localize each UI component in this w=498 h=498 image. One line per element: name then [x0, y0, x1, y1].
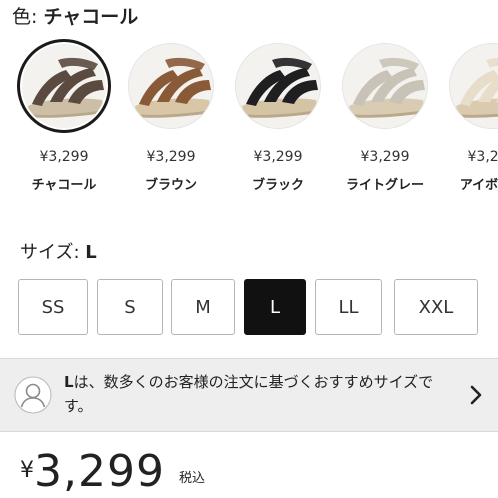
swatch-price: ¥3,299 [467, 149, 498, 165]
recommendation-message: は、数多くのお客様の注文に基づくおすすめサイズです。 [64, 373, 434, 415]
size-button-ss[interactable]: SS [18, 279, 88, 335]
size-recommendation-banner[interactable]: Lは、数多くのお客様の注文に基づくおすすめサイズです。 [0, 358, 498, 432]
selected-size: L [85, 242, 97, 263]
sandal-image-ivory [450, 44, 498, 128]
tax-label: 税込 [178, 471, 205, 486]
sandal-image-brown [129, 44, 213, 128]
size-button-l[interactable]: L [244, 279, 306, 335]
swatch-price: ¥3,299 [253, 149, 303, 165]
size-label: サイズ: [20, 242, 80, 263]
color-heading: 色: チャコール [12, 2, 138, 29]
swatch-name: ライトグレー [345, 178, 424, 193]
swatch-price: ¥3,299 [360, 149, 410, 165]
swatch-name: アイボリー [459, 178, 498, 193]
recommended-size: L [64, 373, 74, 391]
chevron-right-icon [470, 385, 482, 405]
currency-symbol: ¥ [20, 458, 34, 483]
size-button-m[interactable]: M [171, 279, 235, 335]
size-button-xxl[interactable]: XXL [394, 279, 478, 335]
color-swatch-list: ¥3,299 チャコール ¥3,299 ブラウン ¥3,299 ブラック ¥3,… [0, 38, 498, 203]
sandal-image-charcoal [22, 44, 106, 128]
swatch-name: ブラウン [144, 178, 197, 193]
size-heading: サイズ: L [20, 238, 97, 264]
size-button-s[interactable]: S [97, 279, 163, 335]
user-avatar-icon [14, 376, 52, 414]
sandal-image-black [236, 44, 320, 128]
swatch-name: ブラック [251, 178, 304, 193]
color-label: 色: [12, 6, 38, 28]
selected-color-name: チャコール [43, 6, 139, 28]
swatch-price: ¥3,299 [39, 149, 89, 165]
size-button-ll[interactable]: LL [315, 279, 382, 335]
recommendation-text: Lは、数多くのお客様の注文に基づくおすすめサイズです。 [64, 370, 459, 418]
swatch-price: ¥3,299 [146, 149, 196, 165]
swatch-name: チャコール [31, 178, 97, 193]
price-amount: 3,299 [34, 446, 165, 497]
sandal-image-light-gray [343, 44, 427, 128]
product-price: ¥3,299 税込 [20, 446, 205, 497]
